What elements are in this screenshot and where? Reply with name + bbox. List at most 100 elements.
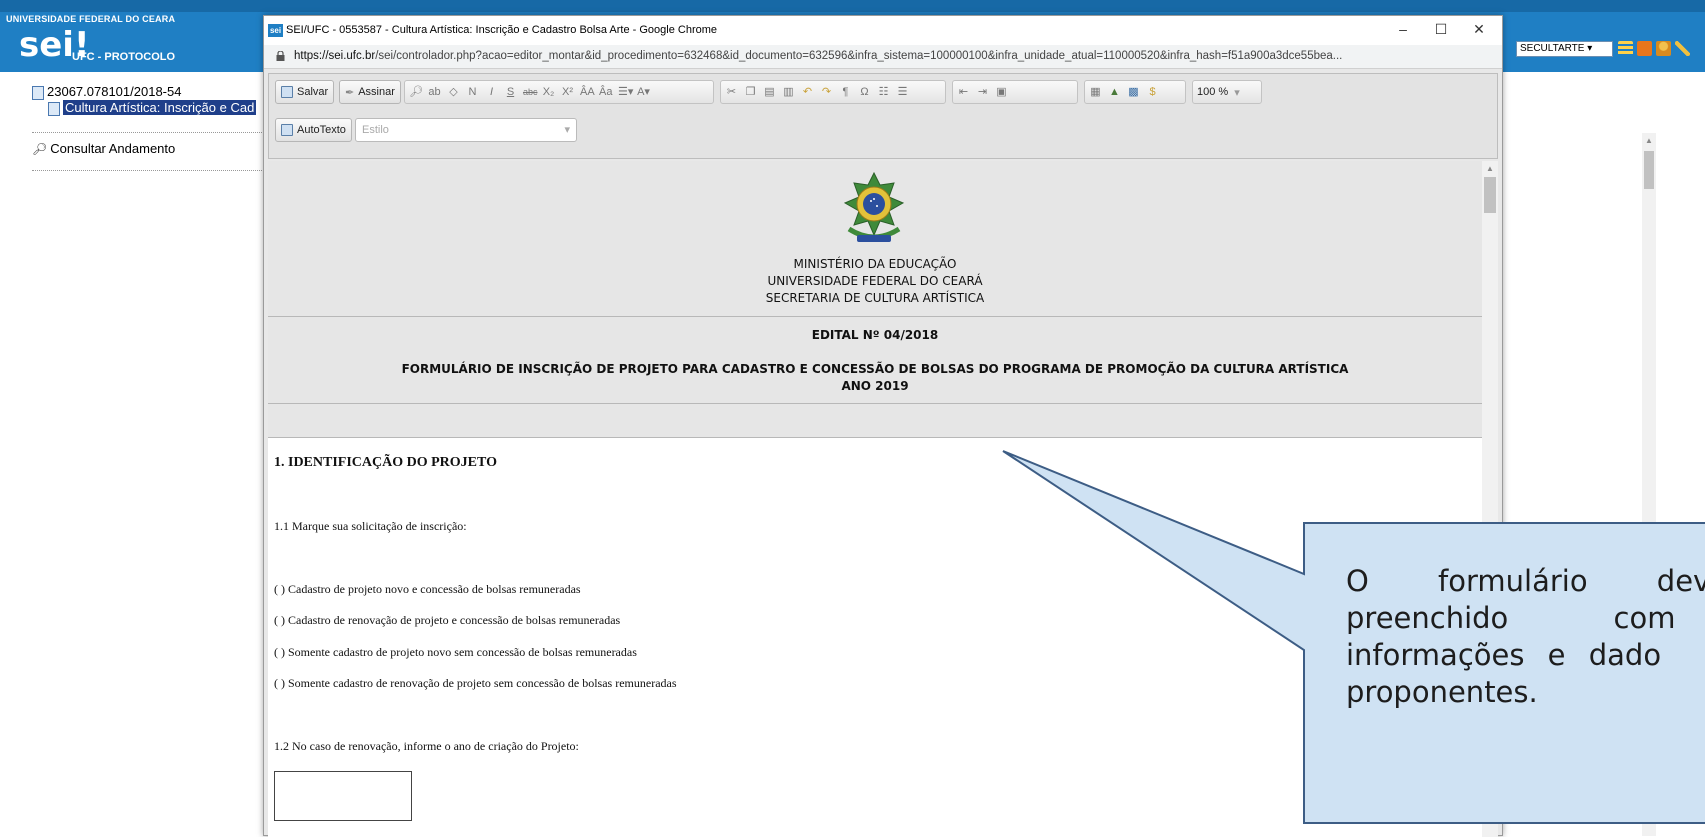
menu-icon[interactable] [1618,41,1633,56]
scroll-thumb[interactable] [1484,177,1496,213]
money-icon[interactable]: $ [1146,86,1159,99]
scroll-up-icon[interactable]: ▲ [1645,136,1653,145]
secretariat-line: SECRETARIA DE CULTURA ARTÍSTICA [765,291,985,305]
sign-button[interactable]: ✒ Assinar [339,80,401,104]
table-icon[interactable]: ▦ [1089,86,1102,99]
save-label: Salvar [297,86,329,98]
option-4[interactable]: ( ) Somente cadastro de renovação de pro… [274,676,677,691]
zoom-select[interactable]: 100 % ▾ [1192,80,1262,104]
document-header: MINISTÉRIO DA EDUCAÇÃO UNIVERSIDADE FEDE… [268,161,1482,438]
outdent-icon[interactable]: ⇤ [957,86,970,99]
list-bullet-icon[interactable]: ☰ [896,86,909,99]
maximize-button[interactable]: ☐ [1426,21,1456,38]
option-1[interactable]: ( ) Cadastro de projeto novo e concessão… [274,582,581,597]
style-placeholder: Estilo [362,124,389,136]
url-text: https://sei.ufc.br/sei/controlador.php?a… [294,50,1342,62]
creation-year-input[interactable] [274,771,412,821]
autotext-icon [281,124,293,136]
save-button[interactable]: Salvar [275,80,335,104]
callout-line: preenchido com [1346,601,1676,635]
document-scrollbar[interactable]: ▲ [1482,161,1498,837]
option-3[interactable]: ( ) Somente cadastro de projeto novo sem… [274,645,637,660]
chevron-down-icon: ▾ [564,124,570,136]
style-select[interactable]: Estilo ▾ [355,118,577,142]
document-icon [48,101,60,116]
omega-icon[interactable]: Ω [858,86,871,99]
autotext-button[interactable]: AutoTexto [275,118,352,142]
window-titlebar[interactable]: sei SEI/UFC - 0553587 - Cultura Artístic… [264,16,1502,45]
header-rule [268,316,1482,317]
document-label: Cultura Artística: Inscrição e Cad [63,100,257,115]
document-body[interactable]: MINISTÉRIO DA EDUCAÇÃO UNIVERSIDADE FEDE… [268,161,1482,837]
address-bar[interactable]: https://sei.ufc.br/sei/controlador.php?a… [264,45,1502,69]
picture-icon[interactable]: ▲ [1108,86,1121,99]
pen-icon: ✒ [345,86,355,99]
redo-icon[interactable]: ↷ [820,86,833,99]
autotext-label: AutoTexto [297,124,346,136]
paste-text-icon[interactable]: ▥ [782,86,795,99]
lowercase-button[interactable]: Âa [599,86,612,99]
university-line: UNIVERSIDADE FEDERAL DO CEARÁ [767,274,983,288]
sign-label: Assinar [358,86,395,98]
unit-select-value: SECULTARTE [1520,43,1585,54]
copy-icon[interactable]: ❐ [744,86,757,99]
tree-divider [32,170,264,171]
scroll-thumb[interactable] [1644,151,1654,189]
search-icon: 🔎︎ [32,142,48,156]
find-icon[interactable]: 🔎︎ [409,86,423,99]
callout-line: informações e dado [1346,638,1662,672]
notes-icon[interactable] [1637,41,1652,56]
consult-link[interactable]: 🔎︎ Consultar Andamento [32,141,175,156]
align-dropdown[interactable]: ☰▾ [618,86,633,99]
url-host: https://sei.ufc.br [294,50,376,62]
scroll-up-icon[interactable]: ▲ [1486,164,1494,173]
italic-button[interactable]: I [485,86,498,99]
sei-favicon: sei [268,24,283,37]
unit-select[interactable]: SECULTARTE ▾ [1516,41,1613,57]
strike-button[interactable]: abc [523,86,538,99]
close-button[interactable]: ✕ [1464,21,1494,38]
ministry-line: MINISTÉRIO DA EDUCAÇÃO [793,257,957,271]
replace-icon[interactable]: ab [428,86,441,99]
process-icon [32,85,44,100]
minimize-button[interactable]: – [1388,21,1418,37]
editor-window: sei SEI/UFC - 0553587 - Cultura Artístic… [263,15,1503,837]
header-icons [1618,41,1690,57]
uppercase-button[interactable]: ÂA [580,86,595,99]
list-numbered-icon[interactable]: ☷ [877,86,890,99]
color-dropdown[interactable]: A▾ [637,86,650,99]
lock-icon [276,51,285,61]
save-icon [281,86,293,98]
undo-icon[interactable]: ↶ [801,86,814,99]
tools-icon[interactable] [1675,41,1690,56]
document-node[interactable]: Cultura Artística: Inscrição e Cad [48,100,257,116]
subscript-button[interactable]: X₂ [542,86,555,99]
process-tree: 23067.078101/2018-54 Cultura Artística: … [0,72,264,836]
callout-line: proponentes. [1346,675,1538,709]
option-2[interactable]: ( ) Cadastro de renovação de projeto e c… [274,613,620,628]
format-group: 🔎︎ ab ◇ N I S abc X₂ X² ÂA Âa ☰▾ A▾ [404,80,714,104]
underline-button[interactable]: S [504,86,517,99]
superscript-button[interactable]: X² [561,86,574,99]
page-scrollbar[interactable]: ▲ [1642,133,1656,836]
paste-icon[interactable]: ▤ [763,86,776,99]
user-icon[interactable] [1656,41,1671,56]
consult-label: Consultar Andamento [50,141,176,156]
cut-icon[interactable]: ✂ [725,86,738,99]
special-icon[interactable]: ▩ [1127,86,1140,99]
indent-icon[interactable]: ⇥ [976,86,989,99]
edital-line: EDITAL Nº 04/2018 [811,328,939,342]
process-node[interactable]: 23067.078101/2018-54 [32,84,181,100]
form-year: ANO 2019 [841,379,909,393]
callout-text: O formulário deve preenchido com informa… [1346,563,1705,711]
pilcrow-icon[interactable]: ¶ [839,86,852,99]
header-stripe [0,0,1705,12]
section-title: 1. IDENTIFICAÇÃO DO PROJETO [274,455,497,470]
editor-toolbar: Salvar ✒ Assinar 🔎︎ ab ◇ N I S abc X₂ X² … [268,73,1498,159]
question-1-1: 1.1 Marque sua solicitação de inscrição: [274,519,467,533]
bold-button[interactable]: N [466,86,479,99]
header-rule [268,403,1482,404]
image-icon[interactable]: ▣ [995,86,1008,99]
process-number: 23067.078101/2018-54 [47,84,182,99]
eraser-icon[interactable]: ◇ [447,86,460,99]
